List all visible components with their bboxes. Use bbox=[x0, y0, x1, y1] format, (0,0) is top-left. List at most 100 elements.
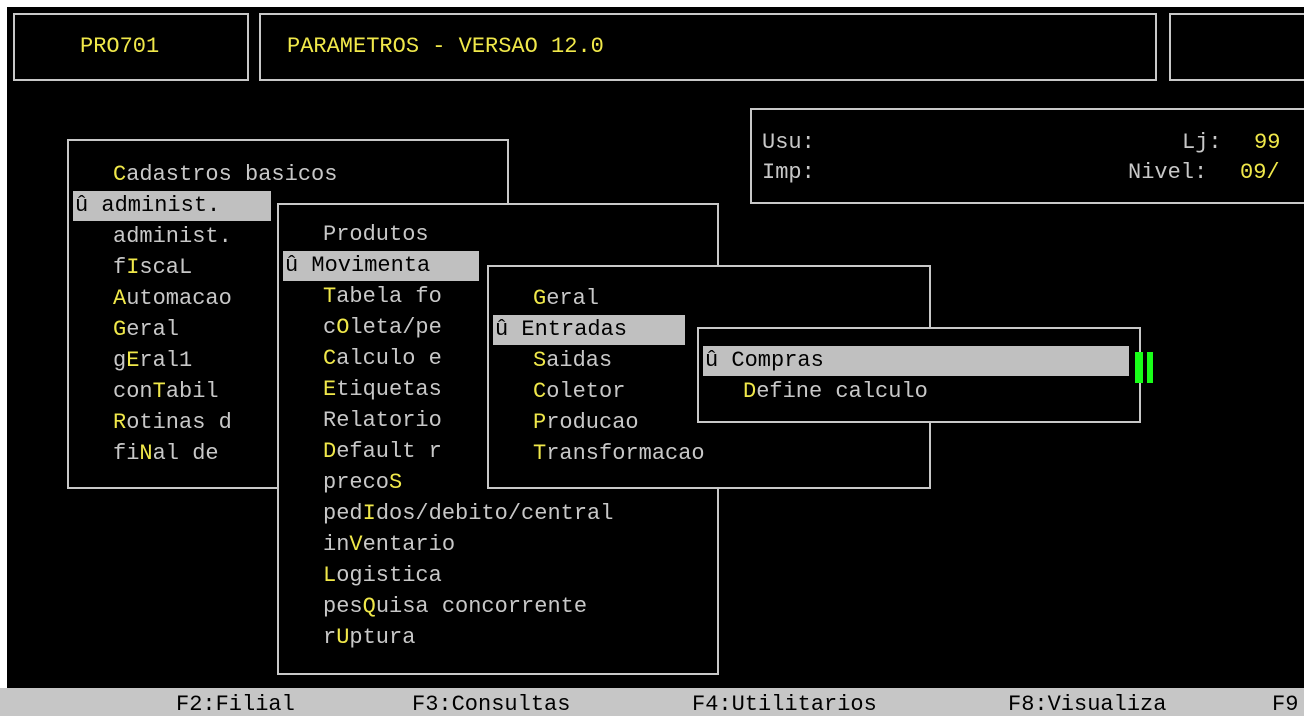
movimenta-submenu-item[interactable]: Transformacao bbox=[533, 439, 705, 469]
movimenta-submenu-item[interactable]: û Entradas bbox=[493, 315, 685, 345]
admin-submenu-item[interactable]: pesQuisa concorrente bbox=[323, 592, 587, 622]
movimenta-submenu-item[interactable]: Coletor bbox=[533, 377, 625, 407]
menu-item-hotkey: G bbox=[533, 286, 547, 311]
admin-submenu-item[interactable]: Default r bbox=[323, 437, 442, 467]
admin-submenu-item[interactable]: Etiquetas bbox=[323, 375, 442, 405]
main-menu-item[interactable]: Automacao bbox=[113, 284, 232, 314]
menu-item-prefix: c bbox=[323, 315, 337, 340]
movimenta-submenu-item[interactable]: Saidas bbox=[533, 346, 612, 376]
menu-item-prefix: preco bbox=[323, 470, 390, 495]
f8-visualiza-key[interactable]: F8:Visualiza bbox=[1008, 688, 1166, 716]
header-right-box bbox=[1169, 13, 1304, 81]
menu-item-prefix: fi bbox=[113, 441, 140, 466]
main-menu-item[interactable]: Geral bbox=[113, 315, 179, 345]
menu-item-label: eral bbox=[546, 286, 600, 311]
menu-item-label: administ. bbox=[113, 224, 232, 249]
main-menu-item[interactable]: conTabil bbox=[113, 377, 219, 407]
usu-label: Usu: bbox=[762, 130, 815, 155]
main-menu-item[interactable]: Cadastros basicos bbox=[113, 160, 337, 190]
admin-submenu-item[interactable]: Tabela fo bbox=[323, 282, 442, 312]
menu-item-prefix: û bbox=[75, 193, 102, 218]
main-menu-item[interactable]: û administ. bbox=[73, 191, 271, 221]
menu-item-hotkey: O bbox=[336, 315, 350, 340]
menu-item-hotkey: I bbox=[126, 255, 140, 280]
menu-item-hotkey: L bbox=[323, 563, 337, 588]
menu-item-hotkey: E bbox=[323, 377, 337, 402]
menu-item-label: tiquetas bbox=[336, 377, 442, 402]
movimenta-submenu-item[interactable]: Producao bbox=[533, 408, 639, 438]
menu-item-label: efine calculo bbox=[756, 379, 928, 404]
admin-submenu-item[interactable]: Relatorio bbox=[323, 406, 442, 436]
f4-utilitarios-key[interactable]: F4:Utilitarios bbox=[692, 688, 877, 716]
lj-label: Lj: bbox=[1182, 130, 1222, 155]
main-menu-item[interactable]: administ. bbox=[113, 222, 232, 252]
menu-item-label: ptura bbox=[349, 625, 416, 650]
main-menu-item[interactable]: fIscaL bbox=[113, 253, 192, 283]
f9-key[interactable]: F9 bbox=[1272, 688, 1298, 716]
main-menu-item[interactable]: Rotinas d bbox=[113, 408, 232, 438]
menu-item-hotkey: T bbox=[323, 284, 337, 309]
function-key-bar: F2:Filial F3:Consultas F4:Utilitarios F8… bbox=[0, 688, 1304, 716]
menu-item-label: Compras bbox=[731, 348, 824, 373]
admin-submenu-item[interactable]: pedIdos/debito/central bbox=[323, 499, 613, 529]
menu-item-prefix: in bbox=[323, 532, 350, 557]
menu-item-label: scaL bbox=[139, 255, 193, 280]
title-box: PARAMETROS - VERSAO 12.0 bbox=[259, 13, 1157, 81]
admin-submenu-item[interactable]: Calculo e bbox=[323, 344, 442, 374]
menu-item-prefix: û bbox=[495, 317, 522, 342]
menu-item-prefix: con bbox=[113, 379, 153, 404]
menu-item-prefix: ped bbox=[323, 501, 363, 526]
menu-item-hotkey: V bbox=[349, 532, 363, 557]
menu-item-hotkey: D bbox=[743, 379, 757, 404]
menu-item-label: otinas d bbox=[126, 410, 232, 435]
menu-item-prefix: û bbox=[285, 253, 312, 278]
admin-submenu-item[interactable]: Produtos bbox=[323, 220, 429, 250]
page-title: PARAMETROS - VERSAO 12.0 bbox=[287, 34, 604, 59]
imp-label: Imp: bbox=[762, 160, 815, 185]
menu-item-hotkey: S bbox=[533, 348, 547, 373]
menu-item-hotkey: G bbox=[113, 317, 127, 342]
menu-item-label: ransformacao bbox=[546, 441, 705, 466]
admin-submenu-item[interactable]: rUptura bbox=[323, 623, 415, 653]
menu-item-label: administ. bbox=[101, 193, 221, 218]
menu-item-prefix: g bbox=[113, 348, 127, 373]
movimenta-submenu-item[interactable]: Geral bbox=[533, 284, 599, 314]
menu-item-prefix: pes bbox=[323, 594, 363, 619]
menu-item-label: aidas bbox=[546, 348, 613, 373]
admin-submenu-item[interactable]: Logistica bbox=[323, 561, 442, 591]
menu-item-hotkey: A bbox=[113, 286, 127, 311]
menu-item-label: oletor bbox=[546, 379, 626, 404]
admin-submenu-item[interactable]: precoS bbox=[323, 468, 402, 498]
menu-item-hotkey: C bbox=[533, 379, 547, 404]
program-id-box: PRO701 bbox=[13, 13, 249, 81]
menu-item-hotkey: I bbox=[362, 501, 376, 526]
user-info-box: Usu: Imp: Lj: 99 Nivel: 09/ bbox=[750, 108, 1304, 204]
entradas-submenu-item[interactable]: û Compras bbox=[703, 346, 1129, 376]
admin-submenu-item[interactable]: inVentario bbox=[323, 530, 455, 560]
menu-item-hotkey: R bbox=[113, 410, 127, 435]
menu-item-label: abil bbox=[165, 379, 219, 404]
f2-filial-key[interactable]: F2:Filial bbox=[176, 688, 295, 716]
menu-item-hotkey: U bbox=[336, 625, 350, 650]
program-id: PRO701 bbox=[80, 34, 160, 59]
main-menu-item[interactable]: fiNal de bbox=[113, 439, 219, 469]
f3-consultas-key[interactable]: F3:Consultas bbox=[412, 688, 570, 716]
admin-submenu-item[interactable]: û Movimenta bbox=[283, 251, 479, 281]
menu-item-prefix: f bbox=[113, 255, 127, 280]
menu-item-label: abela fo bbox=[336, 284, 442, 309]
nivel-value: 09/ bbox=[1240, 160, 1280, 185]
entradas-submenu-item[interactable]: Define calculo bbox=[743, 377, 928, 407]
nivel-label: Nivel: bbox=[1128, 160, 1208, 185]
menu-item-label: utomacao bbox=[126, 286, 232, 311]
menu-item-hotkey: C bbox=[323, 346, 337, 371]
menu-item-label: Relatorio bbox=[323, 408, 442, 433]
main-menu-item[interactable]: gEral1 bbox=[113, 346, 192, 376]
admin-submenu-item[interactable]: cOleta/pe bbox=[323, 313, 442, 343]
menu-item-label: alculo e bbox=[336, 346, 442, 371]
menu-item-label: entario bbox=[362, 532, 456, 557]
menu-item-label: uisa concorrente bbox=[375, 594, 588, 619]
menu-item-label: Entradas bbox=[521, 317, 628, 342]
menu-item-label: roducao bbox=[546, 410, 639, 435]
menu-item-label: Movimenta bbox=[311, 253, 431, 278]
menu-item-hotkey: T bbox=[152, 379, 166, 404]
